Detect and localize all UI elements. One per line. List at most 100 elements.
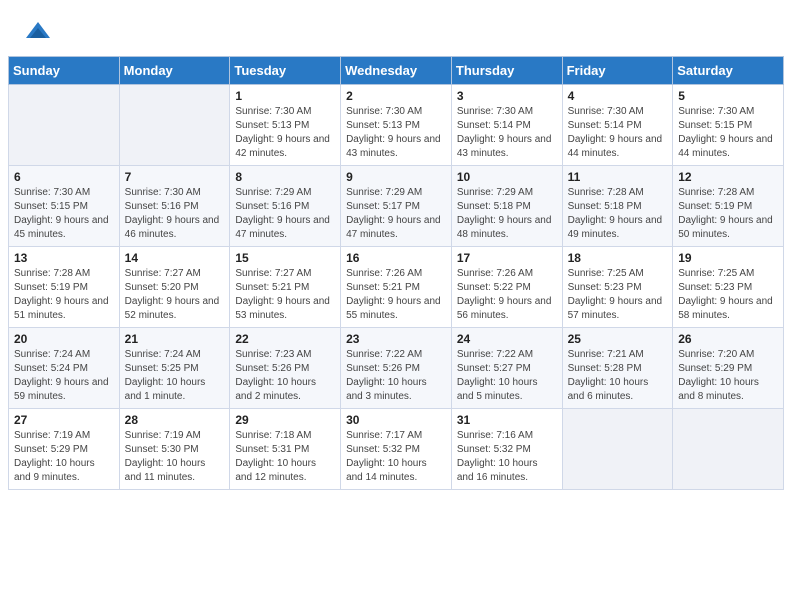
day-info: Sunrise: 7:21 AM Sunset: 5:28 PM Dayligh… — [568, 348, 668, 404]
sunrise-text: Sunrise: 7:22 AM — [346, 349, 422, 360]
day-info: Sunrise: 7:24 AM Sunset: 5:24 PM Dayligh… — [14, 348, 114, 404]
sunset-text: Sunset: 5:16 PM — [125, 201, 199, 212]
day-info: Sunrise: 7:22 AM Sunset: 5:27 PM Dayligh… — [457, 348, 557, 404]
sunset-text: Sunset: 5:20 PM — [125, 282, 199, 293]
day-number: 22 — [235, 332, 335, 346]
calendar-day-cell: 3 Sunrise: 7:30 AM Sunset: 5:14 PM Dayli… — [451, 85, 562, 166]
day-number: 11 — [568, 170, 668, 184]
sunrise-text: Sunrise: 7:30 AM — [125, 187, 201, 198]
calendar-week-row: 13 Sunrise: 7:28 AM Sunset: 5:19 PM Dayl… — [9, 247, 784, 328]
day-info: Sunrise: 7:17 AM Sunset: 5:32 PM Dayligh… — [346, 429, 446, 485]
day-number: 16 — [346, 251, 446, 265]
sunset-text: Sunset: 5:14 PM — [457, 120, 531, 131]
day-info: Sunrise: 7:28 AM Sunset: 5:19 PM Dayligh… — [678, 186, 778, 242]
calendar-day-cell — [119, 85, 230, 166]
day-number: 30 — [346, 413, 446, 427]
sunrise-text: Sunrise: 7:24 AM — [125, 349, 201, 360]
day-number: 8 — [235, 170, 335, 184]
sunrise-text: Sunrise: 7:28 AM — [568, 187, 644, 198]
day-number: 10 — [457, 170, 557, 184]
sunset-text: Sunset: 5:15 PM — [678, 120, 752, 131]
sunset-text: Sunset: 5:15 PM — [14, 201, 88, 212]
daylight-text: Daylight: 9 hours and 48 minutes. — [457, 215, 552, 240]
daylight-text: Daylight: 10 hours and 2 minutes. — [235, 377, 316, 402]
calendar-table: SundayMondayTuesdayWednesdayThursdayFrid… — [8, 56, 784, 490]
page-header — [0, 0, 792, 56]
calendar-day-cell: 28 Sunrise: 7:19 AM Sunset: 5:30 PM Dayl… — [119, 409, 230, 490]
sunset-text: Sunset: 5:21 PM — [235, 282, 309, 293]
sunset-text: Sunset: 5:13 PM — [235, 120, 309, 131]
sunset-text: Sunset: 5:17 PM — [346, 201, 420, 212]
calendar-day-cell: 27 Sunrise: 7:19 AM Sunset: 5:29 PM Dayl… — [9, 409, 120, 490]
day-number: 6 — [14, 170, 114, 184]
calendar-day-cell: 19 Sunrise: 7:25 AM Sunset: 5:23 PM Dayl… — [673, 247, 784, 328]
sunset-text: Sunset: 5:32 PM — [457, 444, 531, 455]
sunrise-text: Sunrise: 7:30 AM — [346, 106, 422, 117]
day-info: Sunrise: 7:20 AM Sunset: 5:29 PM Dayligh… — [678, 348, 778, 404]
sunrise-text: Sunrise: 7:19 AM — [14, 430, 90, 441]
sunrise-text: Sunrise: 7:26 AM — [457, 268, 533, 279]
sunrise-text: Sunrise: 7:25 AM — [568, 268, 644, 279]
daylight-text: Daylight: 9 hours and 52 minutes. — [125, 296, 220, 321]
sunset-text: Sunset: 5:16 PM — [235, 201, 309, 212]
calendar-day-cell: 13 Sunrise: 7:28 AM Sunset: 5:19 PM Dayl… — [9, 247, 120, 328]
day-info: Sunrise: 7:30 AM Sunset: 5:14 PM Dayligh… — [457, 105, 557, 161]
day-number: 3 — [457, 89, 557, 103]
sunset-text: Sunset: 5:19 PM — [678, 201, 752, 212]
calendar-day-cell: 14 Sunrise: 7:27 AM Sunset: 5:20 PM Dayl… — [119, 247, 230, 328]
day-number: 20 — [14, 332, 114, 346]
day-number: 9 — [346, 170, 446, 184]
weekday-header-cell: Sunday — [9, 57, 120, 85]
day-number: 31 — [457, 413, 557, 427]
day-number: 7 — [125, 170, 225, 184]
daylight-text: Daylight: 9 hours and 57 minutes. — [568, 296, 663, 321]
daylight-text: Daylight: 9 hours and 43 minutes. — [346, 134, 441, 159]
logo-icon — [24, 18, 52, 46]
day-info: Sunrise: 7:30 AM Sunset: 5:15 PM Dayligh… — [14, 186, 114, 242]
day-info: Sunrise: 7:24 AM Sunset: 5:25 PM Dayligh… — [125, 348, 225, 404]
sunrise-text: Sunrise: 7:30 AM — [678, 106, 754, 117]
sunrise-text: Sunrise: 7:27 AM — [235, 268, 311, 279]
calendar-day-cell: 6 Sunrise: 7:30 AM Sunset: 5:15 PM Dayli… — [9, 166, 120, 247]
calendar-week-row: 27 Sunrise: 7:19 AM Sunset: 5:29 PM Dayl… — [9, 409, 784, 490]
calendar-day-cell — [9, 85, 120, 166]
sunrise-text: Sunrise: 7:20 AM — [678, 349, 754, 360]
sunset-text: Sunset: 5:32 PM — [346, 444, 420, 455]
day-number: 18 — [568, 251, 668, 265]
sunset-text: Sunset: 5:19 PM — [14, 282, 88, 293]
day-info: Sunrise: 7:25 AM Sunset: 5:23 PM Dayligh… — [568, 267, 668, 323]
day-info: Sunrise: 7:25 AM Sunset: 5:23 PM Dayligh… — [678, 267, 778, 323]
day-number: 15 — [235, 251, 335, 265]
logo — [24, 18, 56, 46]
day-info: Sunrise: 7:18 AM Sunset: 5:31 PM Dayligh… — [235, 429, 335, 485]
calendar-day-cell: 30 Sunrise: 7:17 AM Sunset: 5:32 PM Dayl… — [341, 409, 452, 490]
day-number: 26 — [678, 332, 778, 346]
sunset-text: Sunset: 5:29 PM — [678, 363, 752, 374]
calendar-day-cell: 12 Sunrise: 7:28 AM Sunset: 5:19 PM Dayl… — [673, 166, 784, 247]
day-number: 13 — [14, 251, 114, 265]
sunset-text: Sunset: 5:14 PM — [568, 120, 642, 131]
sunrise-text: Sunrise: 7:27 AM — [125, 268, 201, 279]
day-info: Sunrise: 7:29 AM Sunset: 5:17 PM Dayligh… — [346, 186, 446, 242]
calendar-day-cell: 17 Sunrise: 7:26 AM Sunset: 5:22 PM Dayl… — [451, 247, 562, 328]
calendar-day-cell: 26 Sunrise: 7:20 AM Sunset: 5:29 PM Dayl… — [673, 328, 784, 409]
day-info: Sunrise: 7:27 AM Sunset: 5:21 PM Dayligh… — [235, 267, 335, 323]
day-info: Sunrise: 7:30 AM Sunset: 5:13 PM Dayligh… — [346, 105, 446, 161]
weekday-header-cell: Wednesday — [341, 57, 452, 85]
calendar-week-row: 1 Sunrise: 7:30 AM Sunset: 5:13 PM Dayli… — [9, 85, 784, 166]
sunrise-text: Sunrise: 7:23 AM — [235, 349, 311, 360]
calendar-day-cell: 15 Sunrise: 7:27 AM Sunset: 5:21 PM Dayl… — [230, 247, 341, 328]
sunset-text: Sunset: 5:25 PM — [125, 363, 199, 374]
sunrise-text: Sunrise: 7:21 AM — [568, 349, 644, 360]
sunset-text: Sunset: 5:23 PM — [568, 282, 642, 293]
calendar-day-cell: 31 Sunrise: 7:16 AM Sunset: 5:32 PM Dayl… — [451, 409, 562, 490]
sunset-text: Sunset: 5:18 PM — [457, 201, 531, 212]
calendar-body: 1 Sunrise: 7:30 AM Sunset: 5:13 PM Dayli… — [9, 85, 784, 490]
weekday-header-cell: Thursday — [451, 57, 562, 85]
sunrise-text: Sunrise: 7:30 AM — [14, 187, 90, 198]
calendar-day-cell: 2 Sunrise: 7:30 AM Sunset: 5:13 PM Dayli… — [341, 85, 452, 166]
daylight-text: Daylight: 9 hours and 44 minutes. — [678, 134, 773, 159]
calendar-week-row: 20 Sunrise: 7:24 AM Sunset: 5:24 PM Dayl… — [9, 328, 784, 409]
day-number: 4 — [568, 89, 668, 103]
calendar-day-cell: 4 Sunrise: 7:30 AM Sunset: 5:14 PM Dayli… — [562, 85, 673, 166]
